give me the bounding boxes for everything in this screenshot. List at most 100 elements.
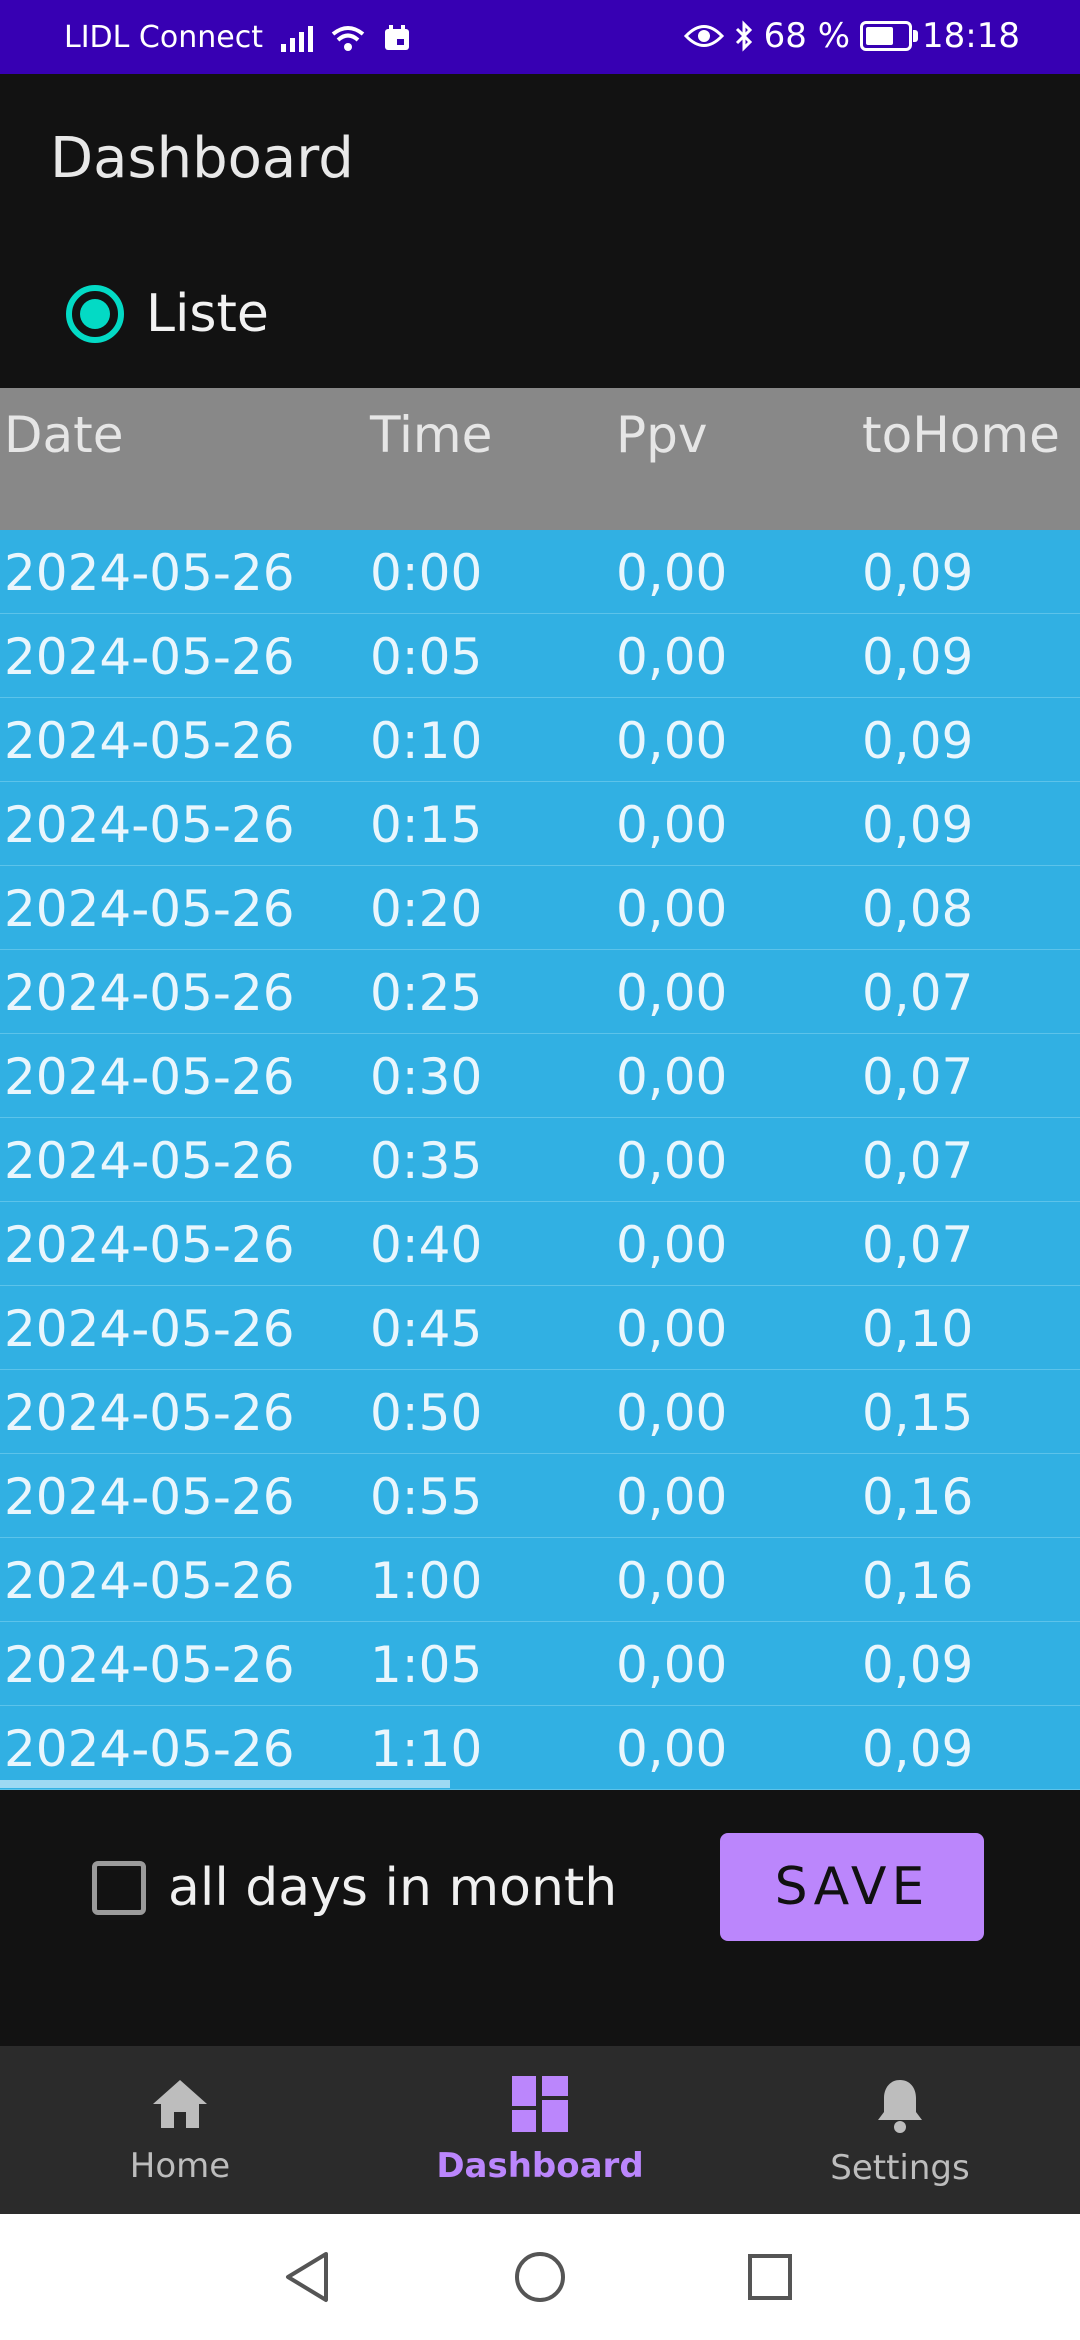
table-row[interactable]: 2024-05-26 0:05 0,00 0,09 (0, 614, 1080, 698)
cell-time: 0:05 (370, 628, 483, 686)
cell-tohome: 0,08 (862, 880, 974, 938)
cell-ppv: 0,00 (616, 1636, 728, 1694)
cell-date: 2024-05-26 (4, 544, 295, 602)
cell-date: 2024-05-26 (4, 880, 295, 938)
table-row[interactable]: 2024-05-26 0:25 0,00 0,07 (0, 950, 1080, 1034)
cell-date: 2024-05-26 (4, 1468, 295, 1526)
view-mode-radio-liste[interactable]: Liste (66, 284, 269, 344)
cell-ppv: 0,00 (616, 1048, 728, 1106)
header-time: Time (370, 406, 493, 464)
cell-tohome: 0,09 (862, 1636, 974, 1694)
cell-date: 2024-05-26 (4, 1132, 295, 1190)
cell-tohome: 0,16 (862, 1552, 974, 1610)
table-row[interactable]: 2024-05-26 0:50 0,00 0,15 (0, 1370, 1080, 1454)
radio-label: Liste (146, 284, 269, 344)
dashboard-icon (512, 2076, 568, 2132)
table-row[interactable]: 2024-05-26 1:10 0,00 0,09 (0, 1706, 1080, 1790)
cell-date: 2024-05-26 (4, 628, 295, 686)
header-date: Date (4, 406, 124, 464)
cell-time: 1:10 (370, 1720, 483, 1778)
header-ppv: Ppv (616, 406, 708, 464)
cell-date: 2024-05-26 (4, 1300, 295, 1358)
cell-tohome: 0,07 (862, 1216, 974, 1274)
cell-date: 2024-05-26 (4, 1552, 295, 1610)
save-button[interactable]: SAVE (720, 1833, 984, 1941)
cell-date: 2024-05-26 (4, 1384, 295, 1442)
table-row[interactable]: 2024-05-26 0:35 0,00 0,07 (0, 1118, 1080, 1202)
wifi-icon (331, 25, 365, 51)
horizontal-scrollbar[interactable] (0, 1780, 450, 1788)
table-row[interactable]: 2024-05-26 0:45 0,00 0,10 (0, 1286, 1080, 1370)
table-row[interactable]: 2024-05-26 0:15 0,00 0,09 (0, 782, 1080, 866)
nav-item-dashboard[interactable]: Dashboard (410, 2076, 670, 2186)
all-days-checkbox-row[interactable]: all days in month (92, 1858, 617, 1918)
back-icon[interactable] (282, 2250, 332, 2304)
cell-ppv: 0,00 (616, 880, 728, 938)
cell-tohome: 0,09 (862, 628, 974, 686)
cell-date: 2024-05-26 (4, 1048, 295, 1106)
cell-time: 0:25 (370, 964, 483, 1022)
cell-tohome: 0,16 (862, 1468, 974, 1526)
table-row[interactable]: 2024-05-26 0:10 0,00 0,09 (0, 698, 1080, 782)
cell-tohome: 0,15 (862, 1384, 974, 1442)
cell-ppv: 0,00 (616, 1132, 728, 1190)
recents-icon[interactable] (746, 2250, 794, 2304)
cell-ppv: 0,00 (616, 1552, 728, 1610)
eye-icon (683, 25, 724, 47)
nav-label-settings: Settings (830, 2148, 970, 2188)
table-row[interactable]: 2024-05-26 1:00 0,00 0,16 (0, 1538, 1080, 1622)
table-row[interactable]: 2024-05-26 0:30 0,00 0,07 (0, 1034, 1080, 1118)
cell-time: 0:30 (370, 1048, 483, 1106)
cell-time: 0:50 (370, 1384, 483, 1442)
bottom-navigation: Home Dashboard Settings (0, 2046, 1080, 2214)
cell-date: 2024-05-26 (4, 1720, 295, 1778)
home-icon (153, 2080, 207, 2128)
cell-tohome: 0,09 (862, 1720, 974, 1778)
carrier-label: LIDL Connect (64, 20, 263, 55)
cell-date: 2024-05-26 (4, 1636, 295, 1694)
cell-time: 1:00 (370, 1552, 483, 1610)
cell-tohome: 0,07 (862, 1048, 974, 1106)
cell-ppv: 0,00 (616, 1468, 728, 1526)
clock: 18:18 (922, 16, 1020, 56)
cell-date: 2024-05-26 (4, 1216, 295, 1274)
cell-time: 0:20 (370, 880, 483, 938)
cell-date: 2024-05-26 (4, 796, 295, 854)
cell-tohome: 0,09 (862, 544, 974, 602)
table-row[interactable]: 2024-05-26 0:00 0,00 0,09 (0, 530, 1080, 614)
cell-ppv: 0,00 (616, 1384, 728, 1442)
home-circle-icon[interactable] (513, 2250, 567, 2304)
battery-icon (860, 21, 919, 51)
cell-ppv: 0,00 (616, 796, 728, 854)
cell-ppv: 0,00 (616, 712, 728, 770)
table-row[interactable]: 2024-05-26 0:20 0,00 0,08 (0, 866, 1080, 950)
cell-time: 0:45 (370, 1300, 483, 1358)
radio-button[interactable] (66, 285, 124, 343)
signal-icon (280, 24, 313, 52)
nav-item-home[interactable]: Home (50, 2076, 310, 2186)
table-row[interactable]: 2024-05-26 1:05 0,00 0,09 (0, 1622, 1080, 1706)
page-title: Dashboard (50, 126, 354, 191)
bell-icon (878, 2080, 922, 2133)
table-row[interactable]: 2024-05-26 0:40 0,00 0,07 (0, 1202, 1080, 1286)
table-header: Date Time Ppv toHome (0, 388, 1080, 530)
cell-ppv: 0,00 (616, 1300, 728, 1358)
nav-label-dashboard: Dashboard (436, 2146, 644, 2186)
status-bar: LIDL Connect 68 % 18:18 (0, 0, 1080, 74)
cell-tohome: 0,07 (862, 964, 974, 1022)
calendar-icon (384, 24, 409, 50)
data-table[interactable]: 2024-05-26 0:00 0,00 0,09 2024-05-26 0:05 0,00… (0, 530, 1080, 1790)
cell-ppv: 0,00 (616, 964, 728, 1022)
all-days-label: all days in month (168, 1858, 618, 1918)
cell-time: 0:55 (370, 1468, 483, 1526)
cell-time: 0:35 (370, 1132, 483, 1190)
battery-fill (866, 27, 894, 45)
all-days-checkbox[interactable] (92, 1861, 146, 1915)
cell-date: 2024-05-26 (4, 712, 295, 770)
table-row[interactable]: 2024-05-26 0:55 0,00 0,16 (0, 1454, 1080, 1538)
nav-label-home: Home (129, 2146, 231, 2186)
cell-time: 0:00 (370, 544, 483, 602)
cell-ppv: 0,00 (616, 1216, 728, 1274)
bluetooth-icon (735, 20, 752, 52)
nav-item-settings[interactable]: Settings (770, 2076, 1030, 2188)
